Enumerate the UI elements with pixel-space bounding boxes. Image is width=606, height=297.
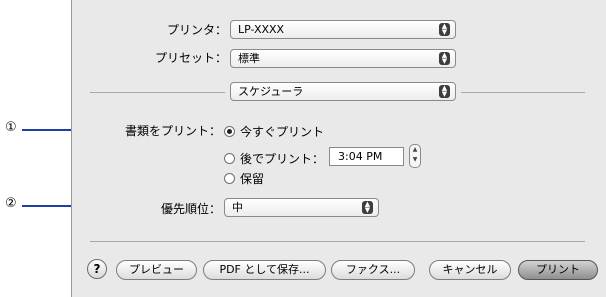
separator-bottom xyxy=(90,241,585,242)
printer-select-value: LP-XXXX xyxy=(238,23,285,36)
print-document-label: 書類をプリント： xyxy=(124,124,221,138)
callout-2: ② xyxy=(5,196,17,211)
radio-selected-icon xyxy=(224,126,235,137)
priority-select[interactable]: 中 ▲ ▼ xyxy=(224,198,379,217)
panel-select-value: スケジューラ xyxy=(238,85,304,98)
radio-hold-label: 保留 xyxy=(240,172,265,186)
radio-print-later-label: 後でプリント： xyxy=(240,152,325,166)
radio-print-now[interactable]: 今すぐプリント xyxy=(224,123,324,140)
help-button[interactable]: ? xyxy=(87,259,107,279)
fax-button[interactable]: ファクス... xyxy=(331,260,415,280)
priority-label: 優先順位： xyxy=(160,202,221,216)
print-button[interactable]: プリント xyxy=(518,260,598,280)
popup-arrows-icon: ▲ ▼ xyxy=(439,85,450,98)
time-field[interactable]: 3:04 PM xyxy=(329,147,404,166)
preview-button[interactable]: プレビュー xyxy=(116,260,197,280)
popup-arrows-icon: ▲ ▼ xyxy=(439,52,450,65)
radio-icon xyxy=(224,153,235,164)
time-stepper[interactable]: ▲ ▼ xyxy=(409,144,421,168)
radio-print-later[interactable]: 後でプリント： xyxy=(224,150,324,167)
radio-hold[interactable]: 保留 xyxy=(224,170,264,187)
preset-label: プリセット： xyxy=(154,51,227,65)
preset-select[interactable]: 標準 ▲ ▼ xyxy=(230,49,456,68)
priority-select-value: 中 xyxy=(232,201,243,214)
separator-right xyxy=(461,92,585,93)
stepper-up-icon: ▲ xyxy=(412,146,418,153)
printer-label: プリンタ： xyxy=(166,23,227,37)
cancel-button[interactable]: キャンセル xyxy=(429,260,511,280)
printer-select[interactable]: LP-XXXX ▲ ▼ xyxy=(230,20,456,39)
panel-select[interactable]: スケジューラ ▲ ▼ xyxy=(230,82,456,101)
separator-left xyxy=(90,92,225,93)
callout-1: ① xyxy=(5,120,17,135)
radio-print-now-label: 今すぐプリント xyxy=(240,125,325,139)
save-pdf-button[interactable]: PDF として保存... xyxy=(203,260,326,280)
stepper-down-icon: ▼ xyxy=(412,156,418,163)
popup-arrows-icon: ▲ ▼ xyxy=(362,201,373,214)
popup-arrows-icon: ▲ ▼ xyxy=(439,23,450,36)
preset-select-value: 標準 xyxy=(238,52,260,65)
radio-icon xyxy=(224,173,235,184)
